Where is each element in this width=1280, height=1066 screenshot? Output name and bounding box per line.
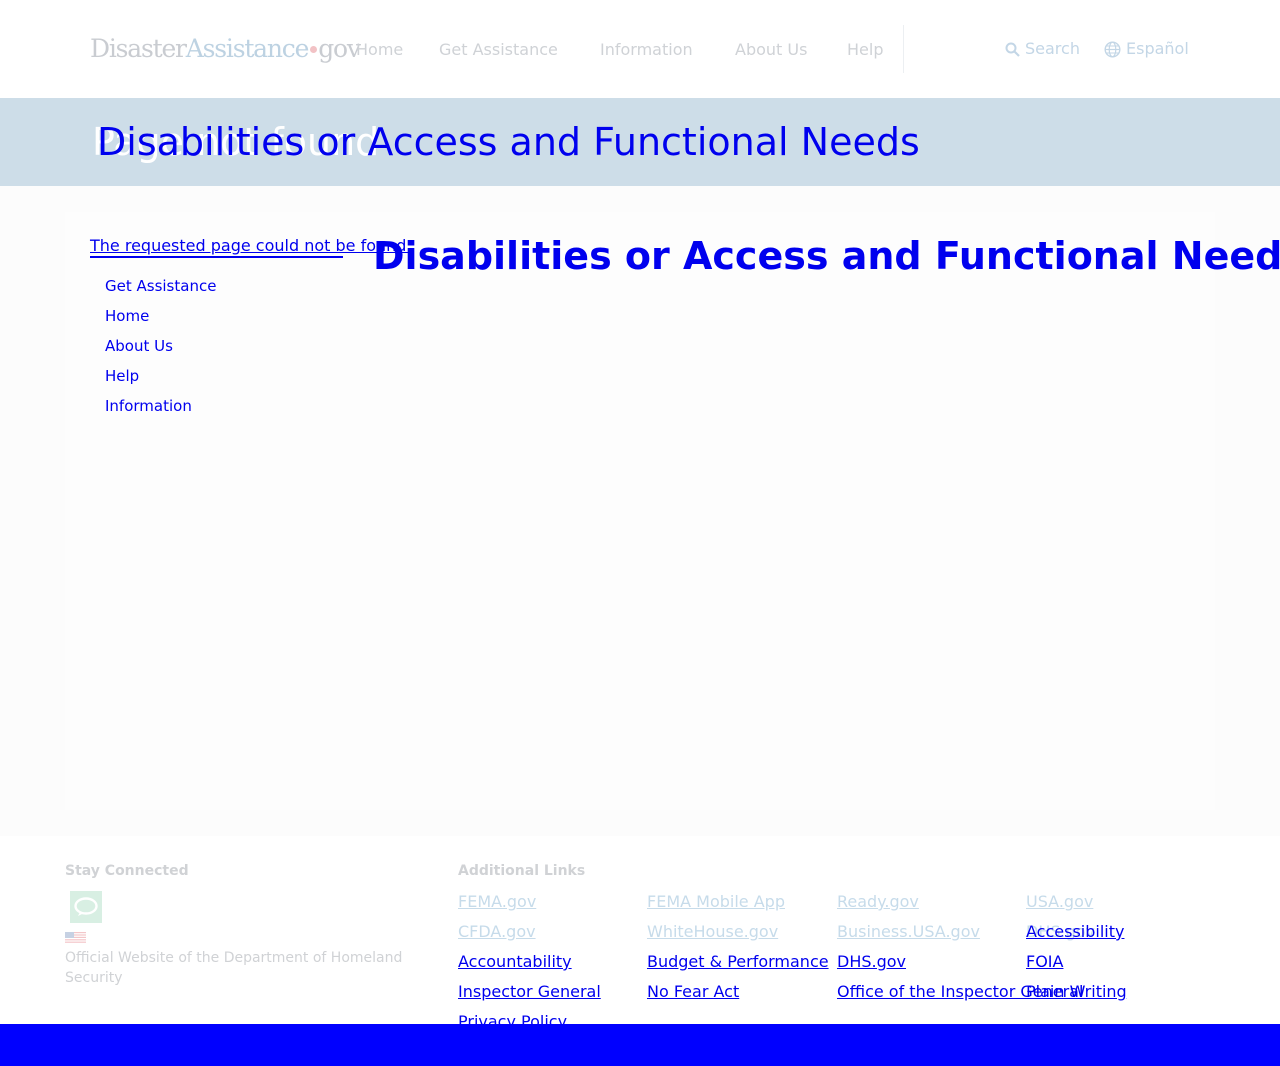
footer-link-accountability[interactable]: Accountability bbox=[458, 952, 572, 972]
side-navigation: Get Assistance Home About Us Help Inform… bbox=[105, 276, 216, 426]
footer-link-foia[interactable]: FOIA bbox=[1026, 952, 1063, 972]
footer-link-fema[interactable]: FEMA.gov bbox=[458, 892, 536, 912]
footer-link-ready[interactable]: Ready.gov bbox=[837, 892, 919, 912]
logo-text-assistance: Assistance bbox=[185, 34, 310, 63]
footer-link-accessibility[interactable]: Accessibility bbox=[1026, 922, 1124, 942]
footer-link-usa[interactable]: USA.gov bbox=[1026, 892, 1093, 912]
footer-link-plain[interactable]: Plain Writing bbox=[1026, 982, 1127, 1002]
content-heading: Disabilities or Access and Functional Ne… bbox=[373, 234, 1280, 278]
sidenav-item-about-us[interactable]: About Us bbox=[105, 336, 216, 366]
site-logo[interactable]: DisasterAssistance gov bbox=[90, 34, 361, 64]
sidenav-item-help[interactable]: Help bbox=[105, 366, 216, 396]
footer-link-fema-app[interactable]: FEMA Mobile App bbox=[647, 892, 785, 912]
logo-dot-icon bbox=[310, 46, 318, 53]
search-label: Search bbox=[1025, 39, 1080, 58]
footer-link-nofear[interactable]: No Fear Act bbox=[647, 982, 739, 1002]
active-underline bbox=[90, 256, 343, 258]
logo-text-disaster: Disaster bbox=[90, 34, 187, 63]
content-card bbox=[65, 212, 1215, 810]
footer-link-inspector[interactable]: Inspector General bbox=[458, 982, 601, 1002]
sidenav-item-get-assistance[interactable]: Get Assistance bbox=[105, 276, 216, 306]
site-header: DisasterAssistance gov Home Get Assistanc… bbox=[0, 0, 1280, 98]
stay-connected-heading: Stay Connected bbox=[65, 863, 189, 879]
not-found-message[interactable]: The requested page could not be found. bbox=[90, 236, 412, 256]
official-website-text: Official Website of the Department of Ho… bbox=[65, 950, 403, 986]
page-title: Disabilities or Access and Functional Ne… bbox=[97, 120, 920, 164]
footer-link-dhs[interactable]: DHS.gov bbox=[837, 952, 906, 972]
nav-information[interactable]: Information bbox=[600, 40, 693, 60]
footer-link-cfda[interactable]: CFDA.gov bbox=[458, 922, 536, 942]
bottom-bar bbox=[0, 1024, 1280, 1066]
search-icon bbox=[1005, 42, 1020, 57]
chat-icon[interactable] bbox=[70, 891, 102, 923]
nav-about-us[interactable]: About Us bbox=[735, 40, 807, 60]
footer-link-budget[interactable]: Budget & Performance bbox=[647, 952, 829, 972]
nav-home[interactable]: Home bbox=[356, 40, 403, 60]
additional-links-heading: Additional Links bbox=[458, 863, 586, 879]
nav-get-assistance[interactable]: Get Assistance bbox=[439, 40, 558, 60]
footer-link-business[interactable]: Business.USA.gov bbox=[837, 922, 980, 942]
sidenav-item-information[interactable]: Information bbox=[105, 396, 216, 426]
logo-text-gov: gov bbox=[318, 34, 361, 63]
search-button[interactable]: Search bbox=[1005, 39, 1080, 59]
sidenav-item-home[interactable]: Home bbox=[105, 306, 216, 336]
language-toggle[interactable]: Español bbox=[1104, 39, 1189, 59]
globe-icon bbox=[1104, 40, 1121, 58]
footer-link-whitehouse[interactable]: WhiteHouse.gov bbox=[647, 922, 778, 942]
language-label: Español bbox=[1126, 39, 1189, 58]
nav-help[interactable]: Help bbox=[847, 40, 883, 60]
nav-divider bbox=[903, 25, 904, 73]
us-flag-icon bbox=[65, 932, 86, 944]
